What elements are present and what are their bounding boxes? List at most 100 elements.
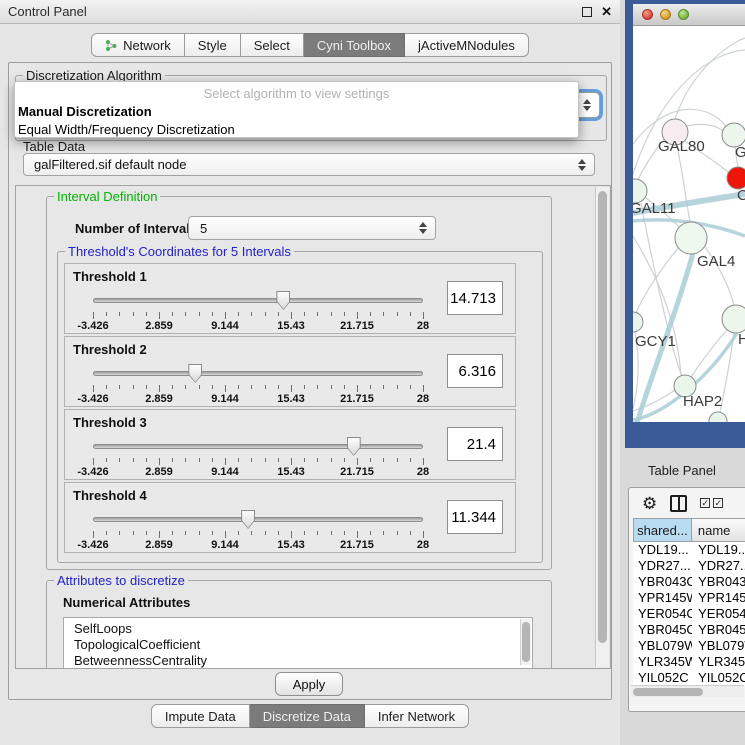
- tick-label: 15.43: [277, 320, 305, 332]
- close-window-button[interactable]: [642, 9, 653, 20]
- tab-infer-network[interactable]: Infer Network: [365, 704, 469, 728]
- cell-name[interactable]: YER054C: [692, 606, 745, 622]
- table-row[interactable]: YPR145WYPR145W: [633, 590, 745, 606]
- tab-jactivemnodules[interactable]: jActiveMNodules: [405, 33, 529, 57]
- zoom-window-button[interactable]: [678, 9, 689, 20]
- column-header-name[interactable]: name: [692, 518, 745, 542]
- cell-shared-name[interactable]: YLR345W: [633, 654, 692, 670]
- combo-arrows-icon: [583, 99, 591, 111]
- cell-shared-name[interactable]: YBL079W: [633, 638, 692, 654]
- minimize-window-button[interactable]: [660, 9, 671, 20]
- network-node-label: GCY1: [635, 333, 676, 350]
- interval-definition-group-title: Interval Definition: [54, 189, 160, 204]
- network-edge[interactable]: [633, 236, 681, 375]
- table-row[interactable]: YLR345WYLR345W: [633, 654, 745, 670]
- algorithm-option-equal-width-frequency-discretization[interactable]: Equal Width/Frequency Discretization: [15, 121, 578, 138]
- slider-track[interactable]: [93, 444, 423, 449]
- slider-thumb[interactable]: [347, 437, 361, 456]
- select-columns-icons[interactable]: ✓ ✓: [700, 498, 723, 508]
- slider-thumb[interactable]: [241, 510, 255, 529]
- tick-label: 21.715: [340, 393, 374, 405]
- slider-track[interactable]: [93, 371, 423, 376]
- network-edge[interactable]: [675, 38, 745, 119]
- cell-name[interactable]: YBR045C: [692, 622, 745, 638]
- algorithm-dropdown-options: Manual DiscretizationEqual Width/Frequen…: [15, 103, 578, 138]
- network-view-window: GAL80GACGAL11GAL4GCY1HHAP2: [625, 0, 745, 448]
- attribute-item-selfloops[interactable]: SelfLoops: [64, 618, 532, 637]
- tab-style[interactable]: Style: [185, 33, 241, 57]
- cell-shared-name[interactable]: YER054C: [633, 606, 692, 622]
- slider-track[interactable]: [93, 298, 423, 303]
- tab-discretize-data[interactable]: Discretize Data: [250, 704, 365, 728]
- cell-name[interactable]: YPR145W: [692, 590, 745, 606]
- slider-thumb[interactable]: [188, 364, 202, 383]
- slider-track[interactable]: [93, 517, 423, 522]
- tab-select[interactable]: Select: [241, 33, 304, 57]
- cell-shared-name[interactable]: YBR045C: [633, 622, 692, 638]
- settings-scrollpane: Interval Definition Number of Intervals …: [15, 185, 611, 669]
- network-edge[interactable]: [677, 145, 690, 222]
- network-node-gal4[interactable]: [675, 222, 707, 254]
- threshold-value-field[interactable]: 11.344: [447, 500, 503, 534]
- slider-thumb[interactable]: [276, 291, 290, 310]
- cell-name[interactable]: YLR345W: [692, 654, 745, 670]
- attribute-item-topologicalcoefficient[interactable]: TopologicalCoefficient: [64, 637, 532, 653]
- cell-shared-name[interactable]: YPR145W: [633, 590, 692, 606]
- network-node-h[interactable]: [722, 305, 745, 333]
- cell-name[interactable]: YDR27...: [692, 558, 745, 574]
- table-row[interactable]: YDR27...YDR27...: [633, 558, 745, 574]
- columns-icon[interactable]: [670, 495, 687, 512]
- table-row[interactable]: YDL19...YDL19...: [633, 542, 745, 558]
- cell-shared-name[interactable]: YIL052C: [633, 670, 692, 686]
- table-row[interactable]: YBR043CYBR043C: [633, 574, 745, 590]
- close-icon[interactable]: ✕: [601, 7, 612, 17]
- attribute-item-betweennesscentrality[interactable]: BetweennessCentrality: [64, 653, 532, 669]
- table-row[interactable]: YER054CYER054C: [633, 606, 745, 622]
- threshold-value-field[interactable]: 21.4: [447, 427, 503, 461]
- cyni-toolbox-content: Discretization Algorithm Table Data galF…: [8, 62, 612, 700]
- tab-network[interactable]: Network: [91, 33, 185, 57]
- network-node-unnamed[interactable]: [709, 412, 727, 422]
- settings-vertical-scrollbar[interactable]: [595, 187, 609, 667]
- cell-shared-name[interactable]: YDR27...: [633, 558, 692, 574]
- numerical-attributes-list: SelfLoopsTopologicalCoefficientBetweenne…: [63, 617, 533, 669]
- attributes-group-title: Attributes to discretize: [54, 573, 188, 588]
- cell-shared-name[interactable]: YDL19...: [633, 542, 692, 558]
- tick-label: -3.426: [77, 320, 108, 332]
- tick-label: 9.144: [211, 539, 239, 551]
- tab-cyni-toolbox[interactable]: Cyni Toolbox: [304, 33, 405, 57]
- panel-tab-bar: NetworkStyleSelectCyni ToolboxjActiveMNo…: [0, 33, 620, 57]
- table-horizontal-scrollbar[interactable]: [631, 685, 744, 697]
- table-data-combobox[interactable]: galFiltered.sif default node: [23, 153, 595, 176]
- table-row[interactable]: YBL079WYBL079W: [633, 638, 745, 654]
- cell-name[interactable]: YIL052C: [692, 670, 745, 686]
- threshold-slider: -3.4262.8599.14415.4321.71528: [93, 291, 423, 329]
- number-of-intervals-spinner[interactable]: 5: [188, 216, 436, 240]
- cell-name[interactable]: YDL19...: [692, 542, 745, 558]
- float-window-icon[interactable]: [582, 7, 592, 17]
- tab-impute-data[interactable]: Impute Data: [151, 704, 250, 728]
- table-row[interactable]: YIL052CYIL052C: [633, 670, 745, 686]
- cell-name[interactable]: YBR043C: [692, 574, 745, 590]
- threshold-value-field[interactable]: 14.713: [447, 281, 503, 315]
- tick-label: 9.144: [211, 393, 239, 405]
- threshold-panel-threshold-3: Threshold 3-3.4262.8599.14415.4321.71528…: [64, 409, 516, 480]
- cell-shared-name[interactable]: YBR043C: [633, 574, 692, 590]
- cell-name[interactable]: YBL079W: [692, 638, 745, 654]
- algorithm-option-manual-discretization[interactable]: Manual Discretization: [15, 103, 578, 121]
- network-node-gcy1[interactable]: [633, 312, 643, 332]
- network-canvas[interactable]: GAL80GACGAL11GAL4GCY1HHAP2: [633, 26, 745, 422]
- slider-ticks: [93, 458, 423, 466]
- column-header-shared-name[interactable]: shared...: [633, 518, 692, 542]
- table-row[interactable]: YBR045CYBR045C: [633, 622, 745, 638]
- apply-button[interactable]: Apply: [275, 672, 343, 696]
- threshold-value-field[interactable]: 6.316: [447, 354, 503, 388]
- gear-icon[interactable]: ⚙: [642, 495, 657, 512]
- network-edge[interactable]: [687, 124, 723, 131]
- network-node-c[interactable]: [727, 167, 745, 189]
- network-node-label: GAL4: [697, 253, 735, 270]
- table-toolbar: ⚙ ✓ ✓: [629, 488, 745, 518]
- control-panel-titlebar: Control Panel ✕: [0, 0, 620, 24]
- attributes-list-scrollbar[interactable]: [520, 619, 531, 665]
- network-edge[interactable]: [633, 50, 745, 174]
